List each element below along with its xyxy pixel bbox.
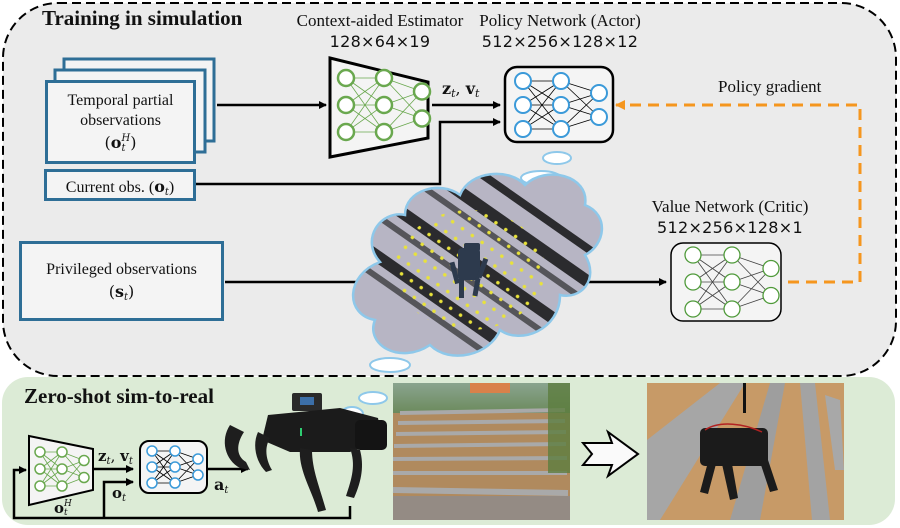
network-node — [514, 96, 532, 114]
network-node — [552, 120, 570, 138]
temporal-obs-line1: Temporal partial — [67, 92, 174, 109]
latent-z-symbol: z — [442, 79, 452, 98]
network-node — [762, 286, 780, 305]
network-node — [762, 259, 780, 278]
network-node — [336, 122, 356, 142]
velocity-v-symbol: v — [465, 79, 475, 98]
network-node — [169, 477, 181, 489]
network-node — [590, 84, 608, 102]
network-node — [374, 95, 394, 115]
network-node — [684, 273, 702, 291]
network-node — [412, 82, 432, 101]
privileged-obs-symbol: (st) — [108, 282, 135, 303]
critic-dims: 512×256×128×1 — [657, 218, 803, 237]
network-node — [552, 72, 570, 90]
result-photo — [647, 383, 844, 520]
estimator-title: Context-aided Estimator — [296, 11, 464, 30]
network-node — [34, 446, 46, 458]
thought-bubble-real-1 — [358, 391, 388, 405]
network-node — [684, 300, 702, 318]
network-node — [146, 445, 158, 457]
network-node — [78, 454, 90, 467]
temporal-obs-box: Temporal partial observations (o Ht) — [45, 80, 196, 164]
network-node — [552, 96, 570, 114]
network-node — [514, 120, 532, 138]
sim-panel-title: Training in simulation — [42, 6, 243, 30]
real-action-label: at — [214, 475, 229, 496]
estimator-output-label: zt, vt — [442, 79, 480, 100]
critic-title: Value Network (Critic) — [651, 197, 809, 216]
real-current-obs-label: ot — [112, 484, 127, 504]
privileged-obs-label: Privileged observations — [46, 261, 197, 278]
network-node — [192, 469, 204, 481]
actor-dims: 512×256×128×12 — [481, 32, 639, 51]
thought-bubble-bottom — [369, 357, 411, 373]
network-node — [146, 477, 158, 489]
network-node — [169, 445, 181, 457]
network-node — [412, 109, 432, 128]
estimator-dims: 128×64×19 — [329, 32, 431, 51]
network-node — [723, 246, 741, 264]
current-obs-label: Current obs. (ot) — [65, 177, 175, 198]
stairs-photo — [392, 383, 570, 520]
network-node — [374, 68, 394, 88]
network-node — [56, 463, 68, 475]
network-node — [374, 122, 394, 142]
network-node — [56, 446, 68, 458]
thought-bubble-small — [542, 151, 572, 165]
actor-title: Policy Network (Actor) — [479, 11, 641, 30]
current-obs-box: Current obs. (ot) — [44, 169, 196, 201]
network-node — [590, 108, 608, 126]
real-panel-title: Zero-shot sim-to-real — [24, 384, 214, 408]
network-node — [56, 480, 68, 492]
network-node — [78, 471, 90, 484]
network-node — [723, 300, 741, 318]
network-node — [34, 480, 46, 492]
network-node — [192, 453, 204, 465]
network-node — [336, 95, 356, 115]
real-estimator-input-label: oHt — [54, 499, 72, 518]
network-node — [514, 72, 532, 90]
temporal-obs-line2: observations — [80, 112, 161, 129]
network-node — [169, 461, 181, 473]
network-node — [336, 68, 356, 88]
temporal-obs-symbol: (o Ht) — [104, 132, 137, 154]
policy-gradient-label: Policy gradient — [718, 77, 822, 96]
real-estimator-output-label: zt, vt — [98, 447, 133, 467]
network-node — [723, 273, 741, 291]
network-node — [146, 461, 158, 473]
privileged-obs-box: Privileged observations (st) — [19, 241, 224, 321]
network-node — [34, 463, 46, 475]
network-node — [684, 246, 702, 264]
